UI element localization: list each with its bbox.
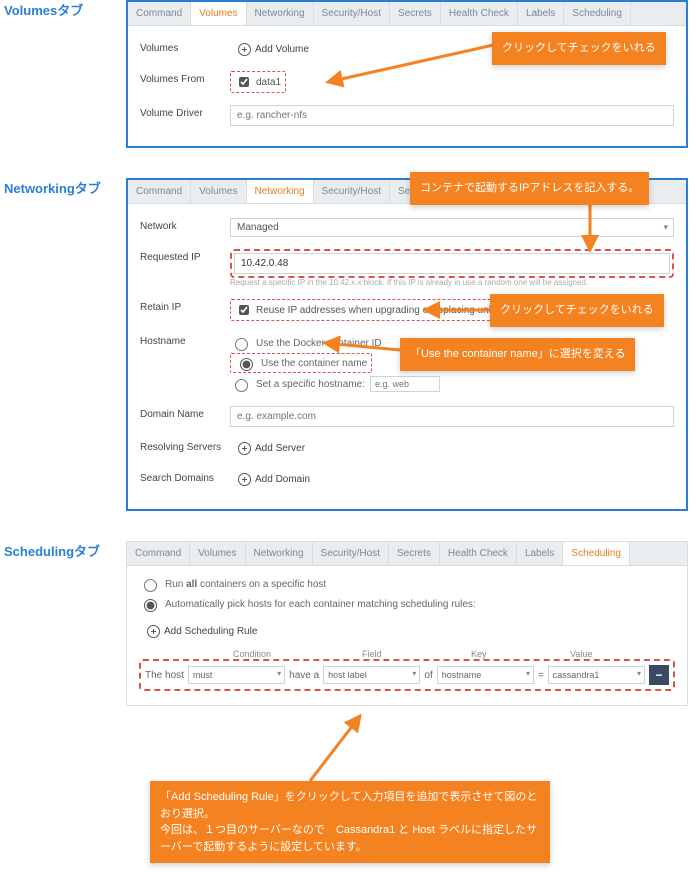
rule-mid: have a bbox=[289, 670, 319, 681]
volumes-from-data1-checkbox[interactable] bbox=[239, 77, 249, 87]
hostname-radio-docker-id[interactable] bbox=[235, 338, 248, 351]
tabs-volumes: Command Volumes Networking Security/Host… bbox=[128, 2, 686, 26]
tab-labels[interactable]: Labels bbox=[517, 542, 563, 565]
tab-volumes[interactable]: Volumes bbox=[191, 180, 246, 203]
tab-networking[interactable]: Networking bbox=[247, 180, 314, 203]
add-domain-label: Add Domain bbox=[255, 474, 310, 485]
add-volume-button[interactable]: Add Volume bbox=[230, 40, 317, 59]
panel-volumes: Command Volumes Networking Security/Host… bbox=[126, 0, 688, 148]
rule-key-select[interactable]: hostname bbox=[437, 666, 534, 684]
add-scheduling-rule-button[interactable]: Add Scheduling Rule bbox=[139, 622, 265, 641]
plus-icon bbox=[238, 43, 251, 56]
plus-icon bbox=[238, 442, 251, 455]
tab-health[interactable]: Health Check bbox=[440, 542, 517, 565]
tab-command[interactable]: Command bbox=[128, 180, 191, 203]
tab-networking[interactable]: Networking bbox=[246, 542, 313, 565]
rule-condition-select[interactable]: must bbox=[188, 666, 285, 684]
section-title-volumes: Volumesタブ bbox=[4, 0, 83, 19]
tab-security[interactable]: Security/Host bbox=[313, 542, 389, 565]
tab-scheduling[interactable]: Scheduling bbox=[563, 542, 629, 565]
requested-ip-input[interactable] bbox=[234, 253, 670, 274]
rule-eq: = bbox=[538, 670, 544, 681]
callout-retain: クリックしてチェックをいれる bbox=[490, 294, 664, 327]
volume-driver-input[interactable] bbox=[230, 105, 674, 126]
requested-ip-label: Requested IP bbox=[140, 249, 230, 263]
tab-command[interactable]: Command bbox=[127, 542, 190, 565]
retain-ip-label: Retain IP bbox=[140, 299, 230, 313]
hostname-specific-input[interactable] bbox=[370, 376, 440, 392]
sched-radio-specific-host[interactable] bbox=[144, 579, 157, 592]
tab-secrets[interactable]: Secrets bbox=[390, 2, 441, 25]
sched-radio-auto[interactable] bbox=[144, 599, 157, 612]
network-select[interactable]: Managed bbox=[230, 218, 674, 237]
remove-rule-button[interactable]: − bbox=[649, 665, 669, 685]
callout-hostname: 「Use the container name」に選択を変える bbox=[400, 338, 635, 371]
hdr-field: Field bbox=[362, 649, 443, 659]
add-server-label: Add Server bbox=[255, 443, 305, 454]
data1-label: data1 bbox=[256, 77, 281, 88]
scheduling-rule-row: The host must have a host label of hostn… bbox=[145, 665, 669, 685]
tab-security[interactable]: Security/Host bbox=[314, 2, 390, 25]
plus-icon bbox=[238, 473, 251, 486]
rule-prefix: The host bbox=[145, 670, 184, 681]
tab-security[interactable]: Security/Host bbox=[314, 180, 390, 203]
callout-scheduling: 「Add Scheduling Rule」をクリックして入力項目を追加で表示させ… bbox=[150, 781, 550, 863]
add-server-button[interactable]: Add Server bbox=[230, 439, 313, 458]
rule-value-select[interactable]: cassandra1 bbox=[548, 666, 645, 684]
tab-volumes[interactable]: Volumes bbox=[190, 542, 245, 565]
hdr-value: Value bbox=[570, 649, 651, 659]
panel-scheduling: Command Volumes Networking Security/Host… bbox=[126, 541, 688, 706]
section-title-networking: Networkingタブ bbox=[4, 178, 101, 197]
hdr-condition: Condition bbox=[233, 649, 314, 659]
hostname-radio-container-name[interactable] bbox=[240, 358, 253, 371]
network-label: Network bbox=[140, 218, 230, 232]
domain-label: Domain Name bbox=[140, 406, 230, 420]
requested-ip-hint: Request a specific IP in the 10.42.x.x b… bbox=[230, 278, 674, 287]
tab-health[interactable]: Health Check bbox=[441, 2, 518, 25]
rule-field-select[interactable]: host label bbox=[323, 666, 420, 684]
hostname-radio-specific[interactable] bbox=[235, 379, 248, 392]
sched-radio-auto-label: Automatically pick hosts for each contai… bbox=[165, 599, 476, 610]
section-networking: Networkingタブ Command Volumes Networking … bbox=[0, 178, 696, 511]
tab-command[interactable]: Command bbox=[128, 2, 191, 25]
resolving-label: Resolving Servers bbox=[140, 439, 230, 454]
hostname-opt-a: Use the Docker container ID bbox=[256, 338, 382, 349]
volumes-label: Volumes bbox=[140, 40, 230, 54]
callout-ip: コンテナで起動するIPアドレスを記入する。 bbox=[410, 172, 649, 205]
rule-of: of bbox=[424, 670, 432, 681]
add-domain-button[interactable]: Add Domain bbox=[230, 470, 318, 489]
retain-ip-checkbox[interactable] bbox=[239, 305, 249, 315]
tab-secrets[interactable]: Secrets bbox=[389, 542, 440, 565]
hostname-label: Hostname bbox=[140, 333, 230, 347]
add-volume-label: Add Volume bbox=[255, 44, 309, 55]
section-volumes: Volumesタブ Command Volumes Networking Sec… bbox=[0, 0, 696, 148]
search-domains-label: Search Domains bbox=[140, 470, 230, 484]
volumes-from-check-wrap: data1 bbox=[230, 71, 286, 93]
tab-scheduling[interactable]: Scheduling bbox=[564, 2, 630, 25]
tab-networking[interactable]: Networking bbox=[247, 2, 314, 25]
tab-labels[interactable]: Labels bbox=[518, 2, 564, 25]
add-rule-label: Add Scheduling Rule bbox=[164, 626, 257, 637]
callout-volumes: クリックしてチェックをいれる bbox=[492, 32, 666, 65]
domain-input[interactable] bbox=[230, 406, 674, 427]
volumes-from-label: Volumes From bbox=[140, 71, 230, 85]
tab-volumes[interactable]: Volumes bbox=[191, 2, 246, 25]
hostname-opt-b: Use the container name bbox=[261, 358, 367, 369]
hostname-opt-c: Set a specific hostname: bbox=[256, 379, 365, 390]
section-title-scheduling: Schedulingタブ bbox=[4, 541, 100, 560]
tabs-scheduling: Command Volumes Networking Security/Host… bbox=[127, 542, 687, 566]
plus-icon bbox=[147, 625, 160, 638]
hdr-key: Key bbox=[471, 649, 552, 659]
volume-driver-label: Volume Driver bbox=[140, 105, 230, 119]
section-scheduling: Schedulingタブ Command Volumes Networking … bbox=[0, 541, 696, 866]
